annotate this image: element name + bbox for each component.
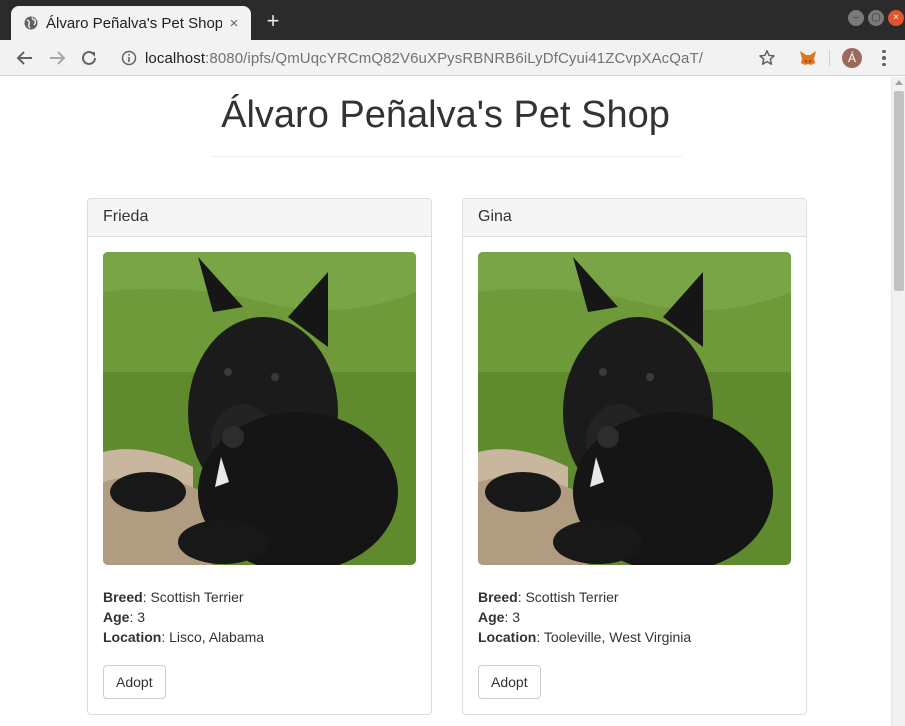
pet-age: 3 — [512, 609, 521, 625]
location-label: Location — [478, 629, 537, 645]
scroll-up-arrow-icon[interactable] — [895, 80, 903, 85]
window-minimize-button[interactable]: – — [848, 10, 864, 26]
adopt-button[interactable]: Adopt — [478, 665, 541, 699]
browser-tab[interactable]: Álvaro Peñalva's Pet Shop × — [11, 6, 251, 40]
url-text: localhost:8080/ipfs/QmUqcYRCmQ82V6uXPysR… — [145, 50, 703, 67]
pet-age-row: Age: 3 — [478, 607, 691, 627]
title-divider — [212, 156, 682, 157]
pet-age: 3 — [137, 609, 146, 625]
address-bar[interactable]: localhost:8080/ipfs/QmUqcYRCmQ82V6uXPysR… — [112, 44, 742, 72]
pet-details: Breed: Scottish Terrier Age: 3 Location:… — [478, 587, 691, 647]
pet-breed-row: Breed: Scottish Terrier — [103, 587, 264, 607]
pet-breed: Scottish Terrier — [525, 589, 619, 605]
pet-photo — [103, 252, 416, 565]
breed-label: Breed — [103, 589, 143, 605]
pet-details: Breed: Scottish Terrier Age: 3 Location:… — [103, 587, 264, 647]
pet-name: Frieda — [88, 199, 431, 237]
page-title: Álvaro Peñalva's Pet Shop — [221, 94, 670, 136]
metamask-fox-icon[interactable] — [797, 47, 819, 69]
pet-age-row: Age: 3 — [103, 607, 264, 627]
pet-breed: Scottish Terrier — [150, 589, 244, 605]
pet-location: Lisco, Alabama — [169, 629, 265, 645]
window-maximize-button[interactable]: ▢ — [868, 10, 884, 26]
url-host: localhost — [145, 49, 206, 67]
tab-title: Álvaro Peñalva's Pet Shop — [46, 14, 222, 32]
pet-card: Gina Breed: Scottish Terrier Age: 3 Loca… — [462, 198, 807, 715]
back-arrow-icon[interactable] — [14, 47, 36, 69]
window-close-button[interactable]: × — [888, 10, 904, 26]
profile-avatar[interactable]: Á — [842, 48, 862, 68]
age-label: Age — [478, 609, 505, 625]
info-icon[interactable] — [121, 50, 137, 66]
pet-photo — [478, 252, 791, 565]
pet-breed-row: Breed: Scottish Terrier — [478, 587, 691, 607]
pet-name: Gina — [463, 199, 806, 237]
pet-card: Frieda Breed: Scottish Terrier Age: 3 Lo… — [87, 198, 432, 715]
age-label: Age — [103, 609, 130, 625]
new-tab-button[interactable]: + — [262, 10, 284, 32]
page-viewport: Álvaro Peñalva's Pet Shop Frieda Breed: … — [0, 77, 891, 726]
page-scrollbar[interactable] — [891, 77, 905, 726]
adopt-button[interactable]: Adopt — [103, 665, 166, 699]
forward-arrow-icon[interactable] — [46, 47, 68, 69]
location-label: Location — [103, 629, 162, 645]
bookmark-star-icon[interactable] — [756, 47, 778, 69]
pet-location-row: Location: Lisco, Alabama — [103, 627, 264, 647]
browser-menu-icon[interactable] — [876, 47, 892, 69]
globe-icon — [24, 16, 38, 30]
browser-titlebar: Álvaro Peñalva's Pet Shop × + – ▢ × — [0, 0, 905, 40]
reload-icon[interactable] — [78, 47, 100, 69]
url-path: :8080/ipfs/QmUqcYRCmQ82V6uXPysRBNRB6iLyD… — [205, 49, 704, 67]
toolbar-divider — [829, 50, 830, 66]
label-separator: : — [161, 629, 170, 645]
pet-location: Tooleville, West Virginia — [543, 629, 692, 645]
tab-close-icon[interactable]: × — [225, 14, 243, 32]
scrollbar-thumb[interactable] — [894, 91, 904, 291]
pet-location-row: Location: Tooleville, West Virginia — [478, 627, 691, 647]
breed-label: Breed — [478, 589, 518, 605]
browser-toolbar: localhost:8080/ipfs/QmUqcYRCmQ82V6uXPysR… — [0, 40, 905, 76]
label-separator: : — [536, 629, 544, 645]
